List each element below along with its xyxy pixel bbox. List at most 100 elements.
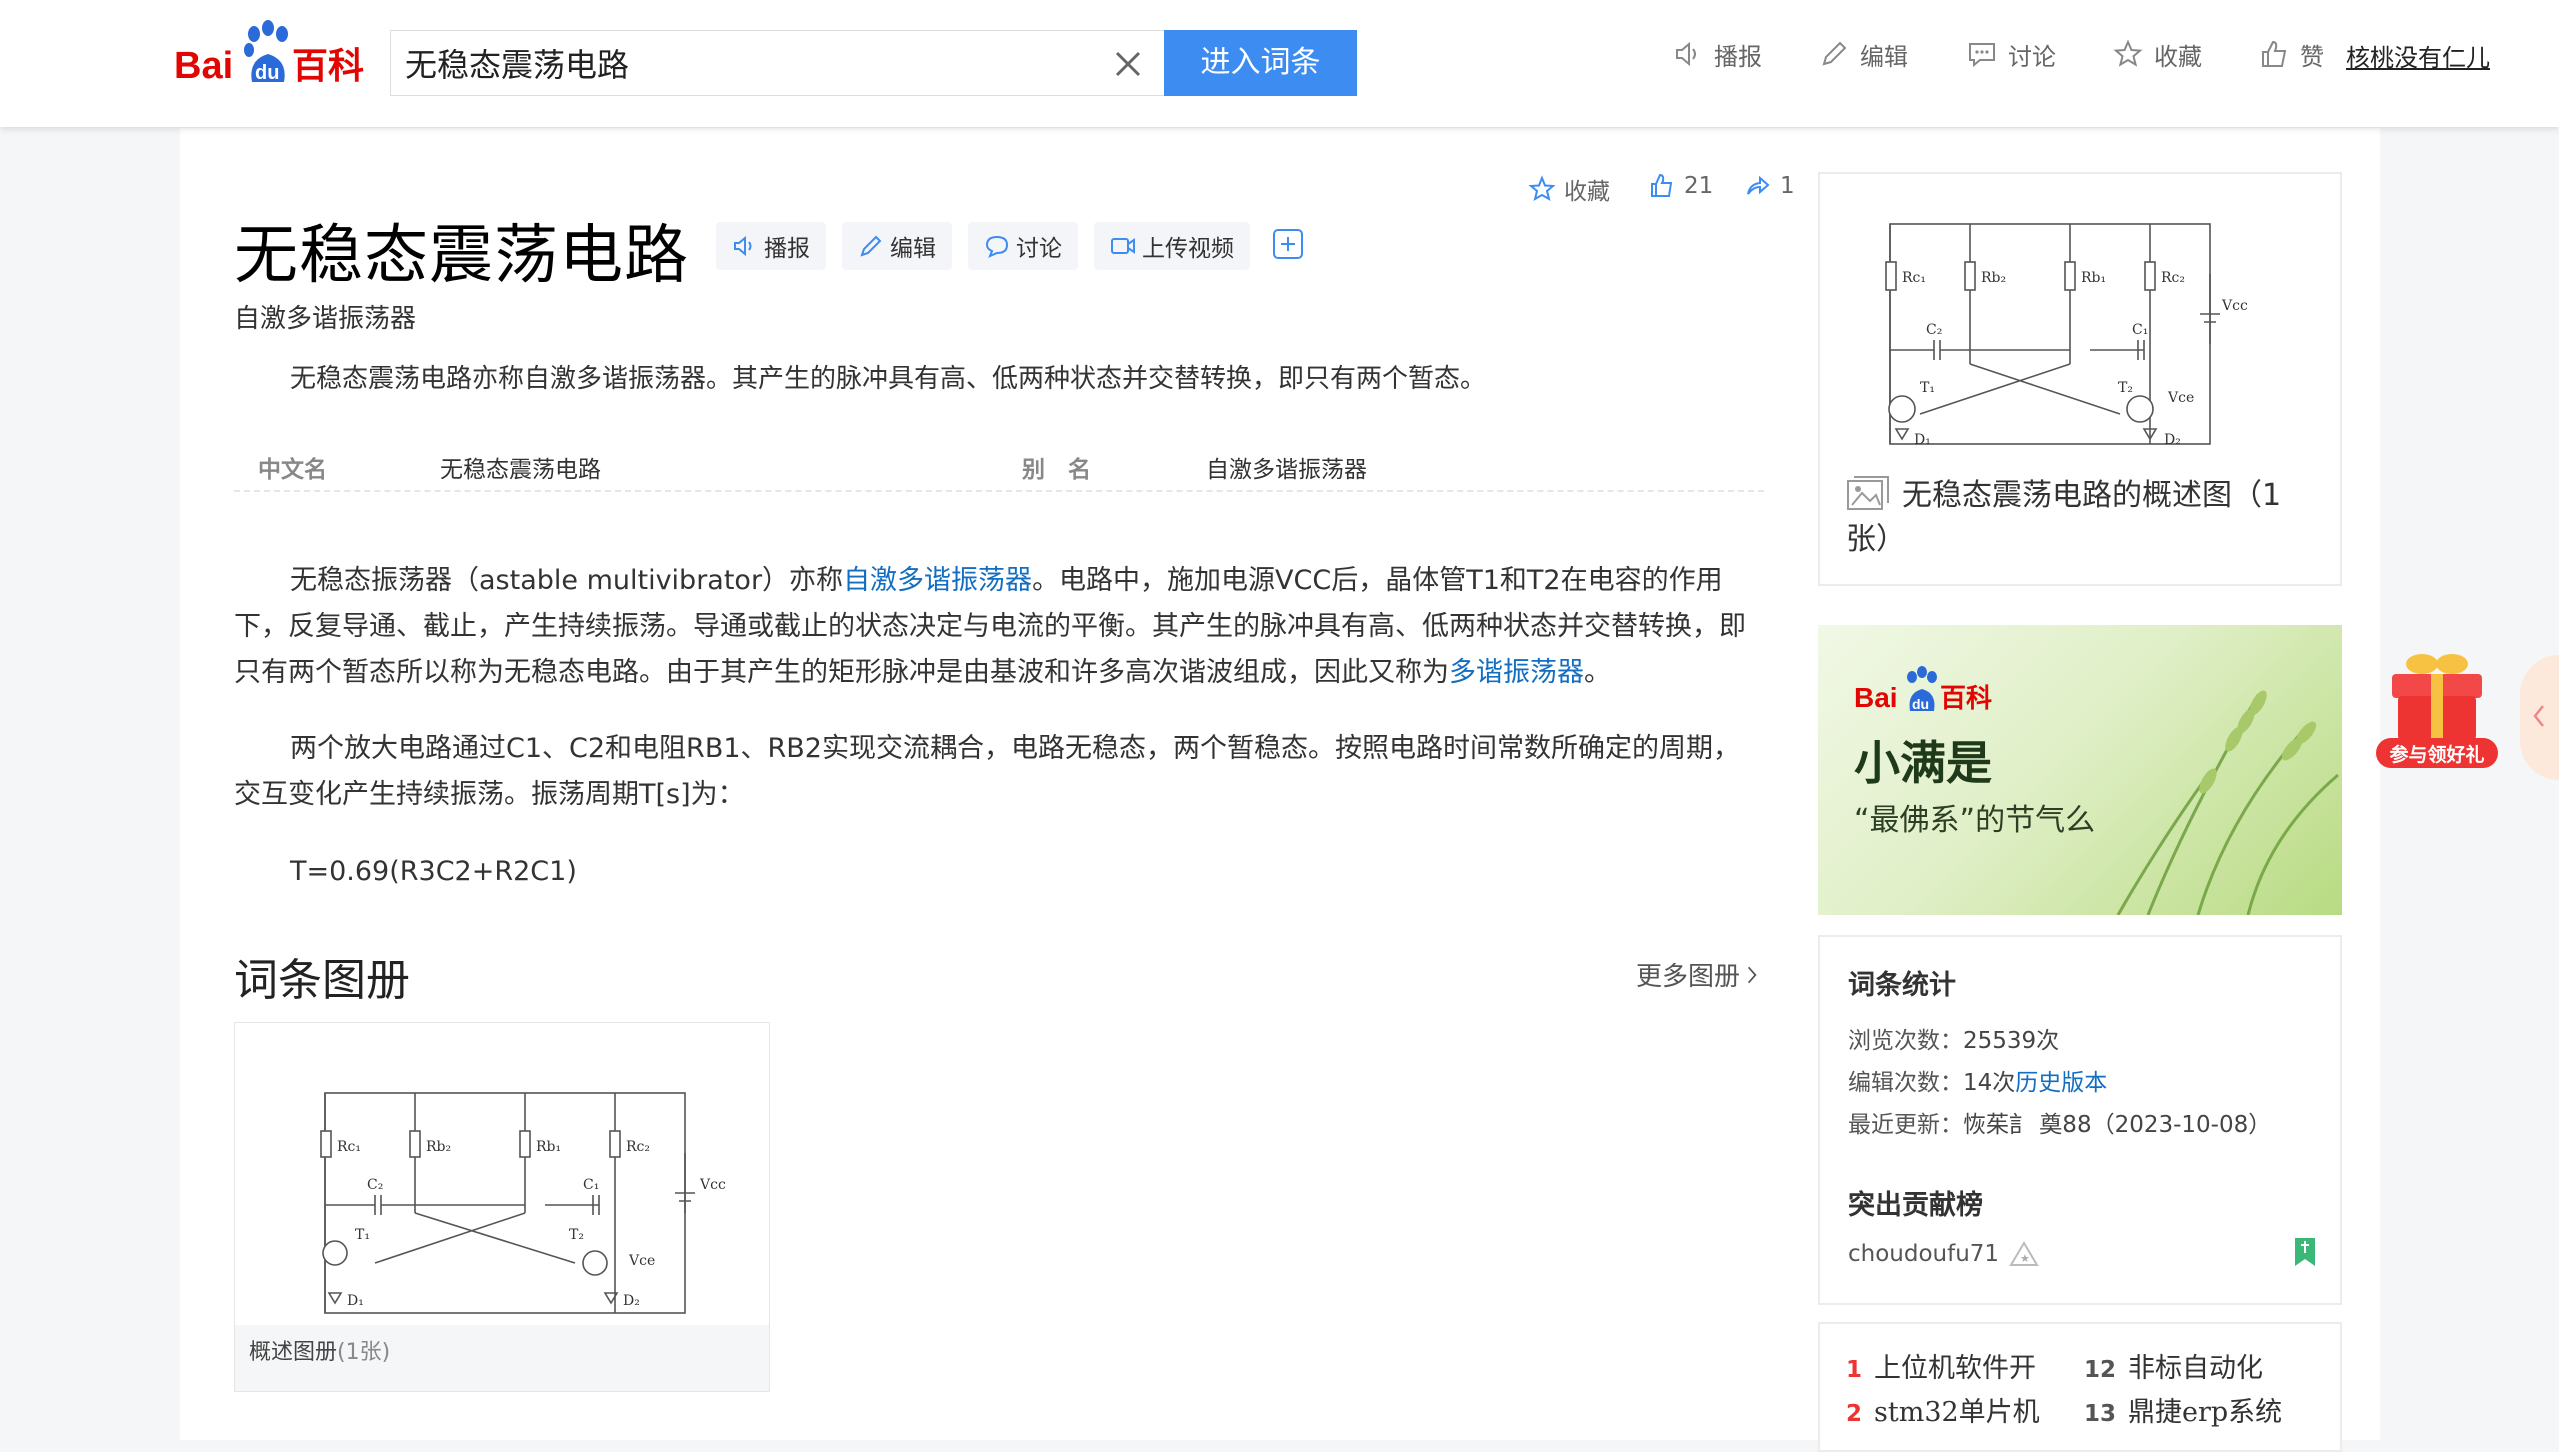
circuit-diagram-image: Rc₁ Rb₂ Rb₁ Rc₂ C₂ C₁ T₁ T₂ Vcc Vce D₁ D₂	[1880, 214, 2280, 464]
speaker-icon	[732, 233, 758, 259]
svg-text:百科: 百科	[1940, 684, 1992, 714]
contributor-row[interactable]: choudoufu71 ★	[1848, 1241, 2039, 1267]
hot-list-item[interactable]: 12 非标自动化	[2084, 1346, 2263, 1385]
chat-bubble-icon	[984, 233, 1010, 259]
user-name-link[interactable]: 核桃没有仁儿	[2346, 38, 2490, 73]
like-stat-button[interactable]: 21	[1648, 172, 1713, 200]
updated-date: （2023-10-08）	[2091, 1112, 2272, 1138]
star-icon	[2112, 38, 2144, 70]
pencil-icon	[858, 233, 884, 259]
side-collapse-tab[interactable]	[2520, 655, 2559, 780]
video-icon	[1110, 233, 1136, 259]
entry-subtitle: 自激多谐振荡器	[234, 304, 417, 334]
svg-text:Rb₂: Rb₂	[1981, 270, 2006, 286]
contributor-name: choudoufu71	[1848, 1241, 2000, 1267]
album-caption: 概述图册(1张)	[235, 1325, 769, 1391]
hot-list-item[interactable]: 1 上位机软件开	[1846, 1346, 2036, 1385]
chevron-right-icon	[1746, 964, 1758, 986]
multivibrator-link[interactable]: 多谐振荡器	[1449, 657, 1584, 688]
svg-text:Vcc: Vcc	[2221, 298, 2248, 314]
header-edit-label: 编辑	[1860, 42, 1908, 71]
period-formula: T=0.69(R3C2+R2C1)	[290, 856, 577, 887]
header-favorite-button[interactable]: 收藏	[2112, 34, 2202, 74]
entry-statistics-card: 词条统计 浏览次数：25539次 编辑次数：14次历史版本 最近更新：恢茱訁 奠…	[1818, 935, 2342, 1305]
bookmark-icon[interactable]	[2294, 1237, 2316, 1267]
clear-search-icon[interactable]	[1111, 47, 1145, 81]
last-updated-row: 最近更新：恢茱訁 奠88（2023-10-08）	[1848, 1105, 2271, 1139]
add-more-icon[interactable]	[1270, 226, 1306, 262]
circuit-diagram-image: Rc₁ Rb₂ Rb₁ Rc₂ C₂ C₁ T₁ T₂ Vcc Vce D₁ D₂	[255, 1043, 755, 1333]
page-title: 无稳态震荡电路	[234, 219, 689, 293]
svg-text:T₁: T₁	[1920, 380, 1935, 396]
svg-text:T₂: T₂	[2118, 380, 2133, 396]
speaker-icon	[1672, 38, 1704, 70]
header-broadcast-button[interactable]: 播报	[1672, 34, 1762, 74]
broadcast-label: 播报	[764, 236, 810, 262]
svg-text:du: du	[1912, 696, 1929, 712]
chevron-left-icon	[2532, 703, 2546, 729]
top-header: Bai du 百科 进入词条 播报 编辑	[0, 0, 2559, 127]
svg-text:Rc₁: Rc₁	[337, 1139, 361, 1155]
like-count: 21	[1684, 173, 1714, 199]
share-icon	[1744, 172, 1772, 200]
history-version-link[interactable]: 历史版本	[2015, 1070, 2107, 1096]
summary-picture-caption: 无稳态震荡电路的概述图（1张）	[1846, 474, 2326, 562]
svg-text:T₁: T₁	[355, 1227, 370, 1243]
header-like-label: 赞	[2300, 42, 2324, 71]
self-excited-multivibrator-link[interactable]: 自激多谐振荡器	[843, 565, 1032, 596]
svg-text:C₁: C₁	[2132, 322, 2148, 338]
body-paragraph-1: 无稳态振荡器（astable multivibrator）亦称自激多谐振荡器。电…	[234, 558, 1764, 696]
edits-value: 14次	[1963, 1070, 2016, 1096]
chat-icon	[1966, 38, 1998, 70]
more-albums-label: 更多图册	[1636, 962, 1741, 992]
album-caption-label: 概述图册	[249, 1340, 338, 1365]
album-card[interactable]: Rc₁ Rb₂ Rb₁ Rc₂ C₂ C₁ T₁ T₂ Vcc Vce D₁ D₂ 概述图册…	[234, 1022, 770, 1392]
album-count: (1张)	[337, 1340, 391, 1365]
thumbs-up-icon	[1648, 172, 1676, 200]
hot-list-item[interactable]: 13 鼎捷erp系统	[2084, 1390, 2282, 1429]
svg-text:Rc₂: Rc₂	[2161, 270, 2185, 286]
upload-video-button[interactable]: 上传视频	[1094, 222, 1250, 270]
favorite-stat-button[interactable]: 收藏	[1528, 172, 1610, 206]
share-stat-button[interactable]: 1	[1744, 172, 1795, 200]
basic-info-value: 无稳态震荡电路	[440, 457, 601, 483]
hot-item-label: 鼎捷erp系统	[2128, 1397, 2283, 1428]
summary-picture-card[interactable]: Rc₁ Rb₂ Rb₁ Rc₂ C₂ C₁ T₁ T₂ Vcc Vce D₁ D₂ 无稳态震…	[1818, 172, 2342, 586]
views-label: 浏览次数：	[1848, 1028, 1963, 1054]
enter-entry-button[interactable]: 进入词条	[1164, 30, 1357, 96]
updated-by[interactable]: 恢茱訁 奠88	[1963, 1112, 2092, 1138]
thumbs-up-icon	[2258, 38, 2290, 70]
upload-video-label: 上传视频	[1142, 236, 1234, 262]
para-text: 。	[1584, 657, 1611, 688]
hot-rank: 12	[2084, 1357, 2117, 1383]
baidu-baike-logo[interactable]: Bai du 百科	[174, 20, 374, 92]
basic-info-label: 别 名	[1022, 457, 1091, 483]
share-count: 1	[1780, 173, 1795, 199]
pencil-icon	[1818, 38, 1850, 70]
views-row: 浏览次数：25539次	[1848, 1021, 2059, 1055]
svg-text:★: ★	[2020, 1252, 2030, 1265]
header-like-button[interactable]: 赞	[2258, 34, 2324, 74]
header-discuss-button[interactable]: 讨论	[1966, 34, 2056, 74]
broadcast-button[interactable]: 播报	[716, 222, 826, 270]
header-edit-button[interactable]: 编辑	[1818, 34, 1908, 74]
favorite-stat-label: 收藏	[1564, 179, 1610, 205]
svg-text:D₂: D₂	[623, 1293, 640, 1309]
edit-button[interactable]: 编辑	[842, 222, 952, 270]
svg-text:Rb₁: Rb₁	[536, 1139, 561, 1155]
gift-float-button[interactable]: 参与领好礼	[2372, 652, 2502, 777]
basic-info-value: 自激多谐振荡器	[1206, 457, 1367, 483]
search-input[interactable]	[405, 31, 1085, 95]
wheat-illustration-icon	[2108, 655, 2342, 915]
header-favorite-label: 收藏	[2154, 42, 2202, 71]
hot-list-item[interactable]: 2 stm32单片机	[1846, 1390, 2040, 1429]
svg-text:Vcc: Vcc	[699, 1177, 726, 1193]
svg-text:Rb₁: Rb₁	[2081, 270, 2106, 286]
svg-text:Vce: Vce	[628, 1253, 655, 1269]
svg-text:Vce: Vce	[2167, 390, 2194, 406]
more-albums-link[interactable]: 更多图册	[1636, 956, 1758, 993]
svg-text:Rc₁: Rc₁	[1902, 270, 1926, 286]
gift-label: 参与领好礼	[2389, 744, 2485, 766]
promo-banner[interactable]: Bai du 百科 小满是 “最佛系”的节气么	[1818, 625, 2342, 915]
discuss-button[interactable]: 讨论	[968, 222, 1078, 270]
